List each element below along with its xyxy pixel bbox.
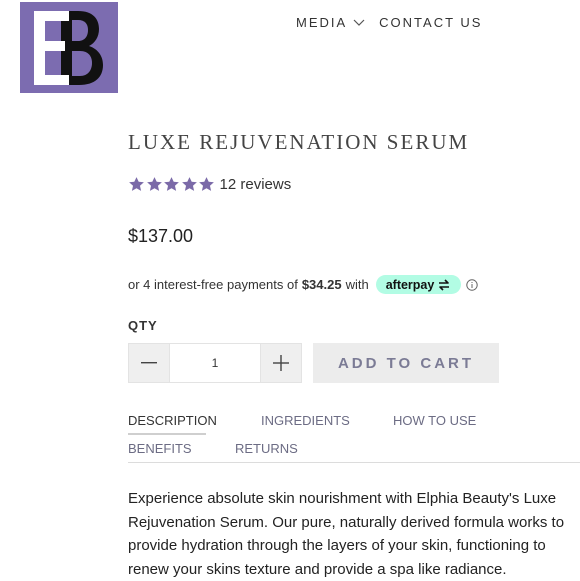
top-nav: MEDIA CONTACT US [296, 15, 482, 30]
star-icon [129, 177, 144, 191]
star-icon [164, 177, 179, 191]
star-rating [128, 176, 216, 193]
star-icon [146, 177, 162, 191]
installment-amount: $34.25 [301, 277, 342, 292]
qty-input[interactable] [169, 344, 261, 382]
nav-contact-label: CONTACT US [379, 15, 483, 30]
nav-media[interactable]: MEDIA [296, 15, 379, 30]
brand-logo[interactable] [20, 2, 118, 93]
product-description: Experience absolute skin nourishment wit… [128, 490, 565, 578]
tab-benefits[interactable]: BENEFITS [128, 441, 192, 456]
qty-increase-button[interactable] [261, 344, 301, 382]
installment-prefix: or 4 interest-free payments of [128, 277, 298, 292]
reviews-link[interactable]: 12 reviews [220, 176, 292, 193]
plus-icon [273, 355, 289, 371]
add-to-cart-button[interactable]: ADD TO CART [313, 343, 499, 383]
installment-suffix: with [345, 277, 369, 292]
tab-how-to-use[interactable]: HOW TO USE [393, 413, 476, 428]
tabs-divider [128, 462, 580, 463]
product-rating: 12 reviews [128, 176, 291, 193]
afterpay-badge[interactable]: afterpay [375, 275, 462, 294]
qty-label: QTY [128, 318, 158, 333]
product-price: $137.00 [128, 226, 194, 246]
afterpay-arrows-icon [439, 278, 450, 291]
afterpay-label: afterpay [385, 277, 435, 292]
nav-contact-us[interactable]: CONTACT US [379, 15, 482, 30]
minus-icon [141, 362, 157, 364]
star-icon [181, 177, 197, 191]
tab-returns[interactable]: RETURNS [235, 441, 298, 456]
nav-media-label: MEDIA [296, 15, 348, 30]
chevron-down-icon [353, 19, 365, 26]
product-title: LUXE REJUVENATION SERUM [128, 130, 470, 154]
star-icon [199, 177, 214, 191]
afterpay-installments: or 4 interest-free payments of $34.25 wi… [128, 275, 479, 294]
info-icon[interactable] [466, 278, 479, 291]
active-tab-indicator [128, 433, 206, 435]
quantity-stepper [128, 343, 302, 383]
tab-ingredients[interactable]: INGREDIENTS [261, 413, 350, 428]
tab-description[interactable]: DESCRIPTION [128, 413, 217, 428]
qty-decrease-button[interactable] [129, 344, 169, 382]
eb-logo-icon [20, 2, 118, 93]
